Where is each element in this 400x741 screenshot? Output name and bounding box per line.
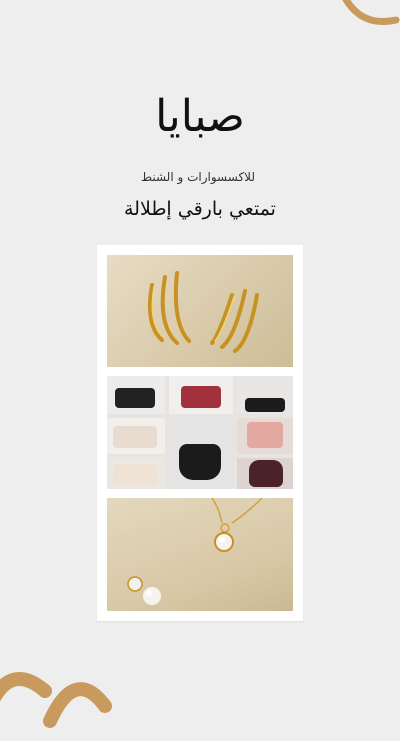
brand-subtitle: للاكسسوارات و الشنط [140, 170, 255, 184]
tagline: تمتعي بارقي إطلالة [124, 198, 276, 220]
pearl-jewelry-photo [107, 498, 293, 611]
brand-title: صبايا [155, 91, 245, 142]
brand-header: صبايا للاكسسوارات و الشنط [0, 91, 400, 185]
photo-collage-card [97, 245, 303, 621]
decorative-swirl-top [342, 0, 400, 25]
handbags-photo [107, 376, 293, 489]
ear-cuffs-photo [107, 255, 293, 367]
decorative-swirl-bottom [0, 672, 112, 728]
